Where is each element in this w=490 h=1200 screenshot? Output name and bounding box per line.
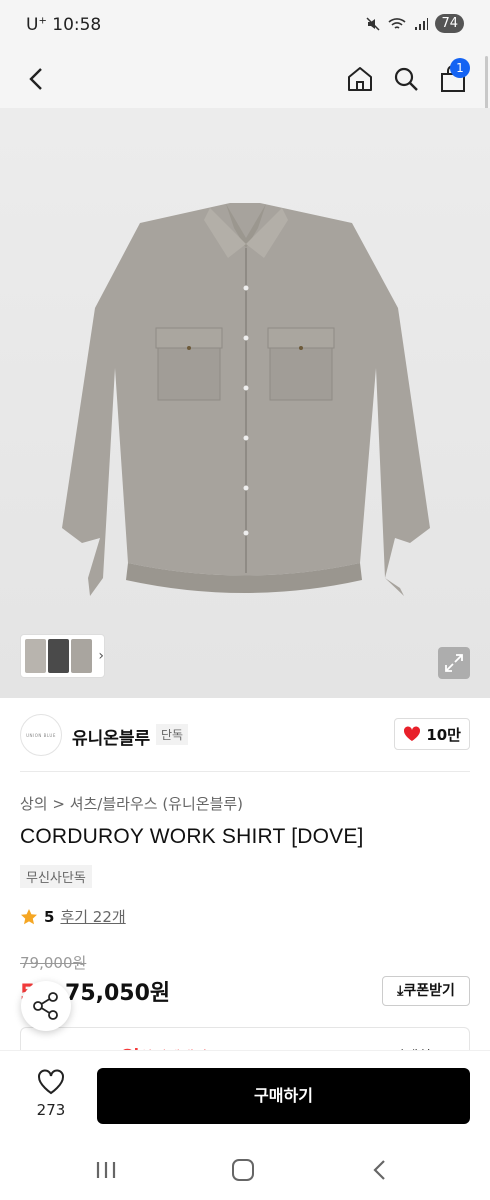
brand-name[interactable]: 유니온블루	[72, 724, 150, 749]
status-right: 74	[365, 14, 464, 33]
home-button-icon[interactable]	[232, 1159, 254, 1181]
thumbnail-3[interactable]	[71, 639, 93, 673]
like-button[interactable]: 10만	[394, 718, 470, 750]
coupon-button[interactable]: ⤓쿠폰받기	[382, 976, 470, 1006]
coupon-label: 쿠폰받기	[403, 983, 455, 999]
wish-button[interactable]: 273	[30, 1069, 72, 1119]
status-bar: U+ 10:58 74	[0, 0, 490, 52]
top-nav	[0, 52, 490, 108]
rating-row: 5 후기 22개	[20, 906, 126, 927]
gallery-thumbnails[interactable]: ›	[20, 634, 105, 678]
chevron-right-icon[interactable]: ›	[98, 648, 104, 664]
product-title: CORDUROY WORK SHIRT [DOVE]	[20, 825, 364, 848]
search-icon[interactable]	[390, 63, 422, 95]
original-price: 79,000원	[20, 954, 87, 972]
home-icon[interactable]	[344, 63, 376, 95]
back-arrow-icon[interactable]	[22, 64, 52, 94]
rating-score: 5	[44, 907, 55, 926]
wish-count: 273	[36, 1101, 66, 1119]
bottom-action-bar: 273 구매하기	[0, 1050, 490, 1140]
status-left: U+ 10:58	[26, 15, 101, 35]
clock: 10:58	[52, 15, 102, 35]
system-nav-bar	[0, 1140, 490, 1200]
mute-icon	[366, 16, 380, 31]
thumbnail-1[interactable]	[25, 639, 47, 673]
brand-exclusive-tag: 단독	[156, 724, 189, 745]
breadcrumb[interactable]: 상의 > 셔츠/블라우스 (유니온블루)	[20, 793, 243, 814]
share-icon[interactable]	[21, 981, 71, 1031]
divider	[20, 771, 470, 772]
heart-filled-icon	[404, 726, 421, 741]
buy-button[interactable]: 구매하기	[97, 1068, 470, 1124]
system-back-icon[interactable]	[370, 1158, 390, 1182]
expand-icon[interactable]	[438, 647, 470, 679]
product-image[interactable]	[0, 108, 490, 698]
product-shirt-image	[62, 203, 430, 596]
signal-icon	[415, 17, 429, 30]
heart-outline-icon	[38, 1069, 64, 1095]
star-icon	[21, 908, 37, 924]
brand-logo[interactable]: UNION BLUE	[20, 714, 62, 756]
battery-indicator: 74	[435, 14, 464, 33]
sale-price: 75,050원	[65, 981, 171, 1006]
thumbnail-2[interactable]	[48, 639, 70, 673]
carrier-sup: +	[38, 15, 47, 27]
review-link[interactable]: 후기 22개	[60, 906, 125, 927]
wifi-icon	[388, 17, 406, 29]
recent-apps-icon[interactable]	[94, 1160, 118, 1180]
exclusive-tag: 무신사단독	[20, 865, 92, 888]
brand-row: UNION BLUE 유니온블루 단독 10만	[20, 714, 470, 756]
like-count: 10만	[426, 725, 461, 744]
cart-count-badge: 1	[450, 58, 470, 78]
carrier-label: U	[26, 15, 39, 35]
